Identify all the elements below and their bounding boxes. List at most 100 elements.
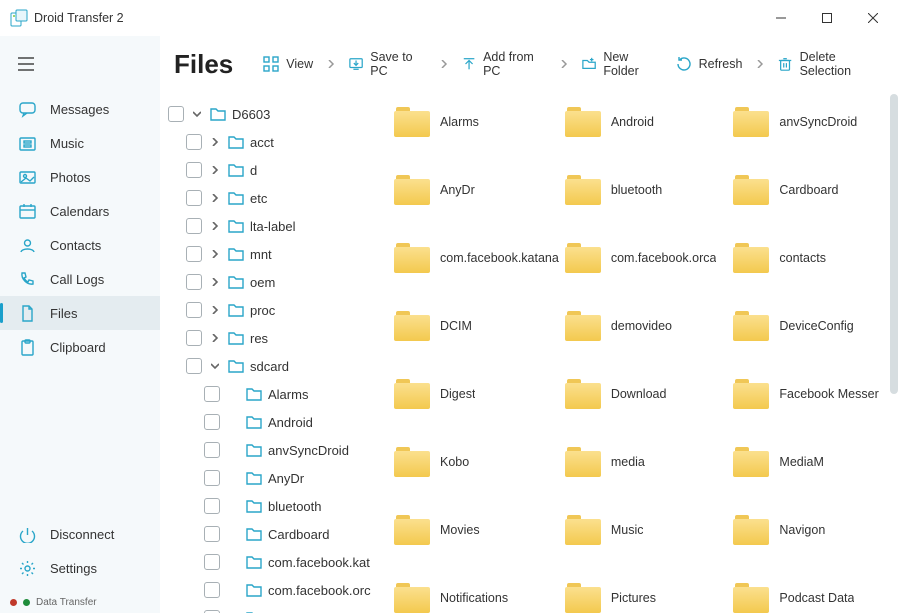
folder-item[interactable]: Movies [394, 510, 559, 550]
folder-label: anvSyncDroid [779, 115, 857, 129]
sidebar-item-music[interactable]: Music [0, 126, 160, 160]
tree-leaf[interactable]: anvSyncDroid [168, 436, 380, 464]
sidebar-item-clipboard[interactable]: Clipboard [0, 330, 160, 364]
folder-item[interactable]: AnyDr [394, 170, 559, 210]
tree-leaf[interactable]: bluetooth [168, 492, 380, 520]
tree-checkbox[interactable] [204, 442, 220, 458]
folder-item[interactable]: DCIM [394, 306, 559, 346]
sidebar-item-call-logs[interactable]: Call Logs [0, 262, 160, 296]
tree-item-d[interactable]: d [168, 156, 380, 184]
folder-item[interactable]: Download [565, 374, 728, 414]
tree-checkbox[interactable] [186, 358, 202, 374]
folder-item[interactable]: Podcast Data [733, 578, 896, 613]
folder-icon [246, 582, 262, 598]
folder-item[interactable]: Pictures [565, 578, 728, 613]
minimize-button[interactable] [758, 2, 804, 34]
folder-icon [228, 246, 244, 262]
folder-item[interactable]: demovideo [565, 306, 728, 346]
tree-checkbox[interactable] [186, 134, 202, 150]
chevron-right-icon[interactable] [208, 250, 222, 258]
chevron-down-icon[interactable] [190, 110, 204, 118]
tree-item-etc[interactable]: etc [168, 184, 380, 212]
grid-scrollbar[interactable] [890, 94, 898, 611]
chevron-right-icon[interactable] [208, 306, 222, 314]
tree-item-lta-label[interactable]: lta-label [168, 212, 380, 240]
tree-checkbox[interactable] [204, 554, 220, 570]
sidebar-item-contacts[interactable]: Contacts [0, 228, 160, 262]
tree-leaf[interactable]: com.facebook.kat [168, 548, 380, 576]
tree-checkbox[interactable] [204, 526, 220, 542]
tree-checkbox[interactable] [186, 190, 202, 206]
chevron-down-icon[interactable] [208, 362, 222, 370]
tree-checkbox[interactable] [204, 582, 220, 598]
tree-checkbox[interactable] [186, 218, 202, 234]
folder-item[interactable]: Notifications [394, 578, 559, 613]
folder-item[interactable]: anvSyncDroid [733, 102, 896, 142]
tree-checkbox[interactable] [186, 162, 202, 178]
tree-item-acct[interactable]: acct [168, 128, 380, 156]
folder-item[interactable]: Digest [394, 374, 559, 414]
nav-label: Clipboard [50, 340, 106, 355]
sidebar-bottom-disconnect[interactable]: Disconnect [0, 517, 160, 551]
tree-leaf[interactable]: Alarms [168, 380, 380, 408]
maximize-button[interactable] [804, 2, 850, 34]
tree-leaf[interactable]: AnyDr [168, 464, 380, 492]
folder-item[interactable]: Alarms [394, 102, 559, 142]
nav-label: Contacts [50, 238, 101, 253]
chevron-right-icon[interactable] [208, 334, 222, 342]
folder-item[interactable]: Android [565, 102, 728, 142]
hamburger-button[interactable] [8, 46, 44, 82]
sidebar-item-messages[interactable]: Messages [0, 92, 160, 126]
tree-item-proc[interactable]: proc [168, 296, 380, 324]
folder-item[interactable]: com.facebook.katana [394, 238, 559, 278]
tree-checkbox[interactable] [204, 386, 220, 402]
sidebar-item-photos[interactable]: Photos [0, 160, 160, 194]
folder-item[interactable]: Kobo [394, 442, 559, 482]
tree-leaf[interactable]: Android [168, 408, 380, 436]
folder-item[interactable]: contacts [733, 238, 896, 278]
tree-leaf[interactable]: contacts [168, 604, 380, 613]
tree-item-res[interactable]: res [168, 324, 380, 352]
tree-checkbox[interactable] [186, 246, 202, 262]
chevron-right-icon[interactable] [208, 194, 222, 202]
tree-leaf[interactable]: Cardboard [168, 520, 380, 548]
chevron-right-icon[interactable] [208, 222, 222, 230]
add-from-pc-button[interactable]: Add from PC [456, 46, 552, 82]
folder-item[interactable]: Cardboard [733, 170, 896, 210]
tree-label: bluetooth [268, 499, 322, 514]
tree-item-mnt[interactable]: mnt [168, 240, 380, 268]
folder-item[interactable]: DeviceConfig [733, 306, 896, 346]
delete-selection-button[interactable]: Delete Selection [772, 46, 886, 82]
tree-checkbox[interactable] [204, 498, 220, 514]
tree-checkbox[interactable] [186, 274, 202, 290]
close-button[interactable] [850, 2, 896, 34]
tree-checkbox[interactable] [204, 414, 220, 430]
folder-label: Kobo [440, 455, 469, 469]
view-button[interactable]: View [257, 52, 319, 76]
sidebar-item-files[interactable]: Files [0, 296, 160, 330]
folder-item[interactable]: Music [565, 510, 728, 550]
new-folder-button[interactable]: New Folder [576, 46, 665, 82]
save-to-pc-button[interactable]: Save to PC [343, 46, 432, 82]
folder-item[interactable]: com.facebook.orca [565, 238, 728, 278]
sidebar-item-calendars[interactable]: Calendars [0, 194, 160, 228]
folder-item[interactable]: MediaM [733, 442, 896, 482]
chevron-right-icon[interactable] [208, 138, 222, 146]
folder-item[interactable]: bluetooth [565, 170, 728, 210]
folder-item[interactable]: Navigon [733, 510, 896, 550]
sidebar-bottom-settings[interactable]: Settings [0, 551, 160, 585]
folder-item[interactable]: media [565, 442, 728, 482]
tree-item-oem[interactable]: oem [168, 268, 380, 296]
refresh-button[interactable]: Refresh [670, 52, 749, 76]
disconnect-icon [18, 525, 36, 543]
folder-item[interactable]: Facebook Messer [733, 374, 896, 414]
tree-checkbox[interactable] [186, 302, 202, 318]
chevron-right-icon[interactable] [208, 166, 222, 174]
tree-root[interactable]: D6603 [168, 100, 380, 128]
tree-checkbox[interactable] [186, 330, 202, 346]
tree-checkbox[interactable] [168, 106, 184, 122]
tree-item-sdcard[interactable]: sdcard [168, 352, 380, 380]
tree-checkbox[interactable] [204, 470, 220, 486]
tree-leaf[interactable]: com.facebook.orc [168, 576, 380, 604]
chevron-right-icon[interactable] [208, 278, 222, 286]
